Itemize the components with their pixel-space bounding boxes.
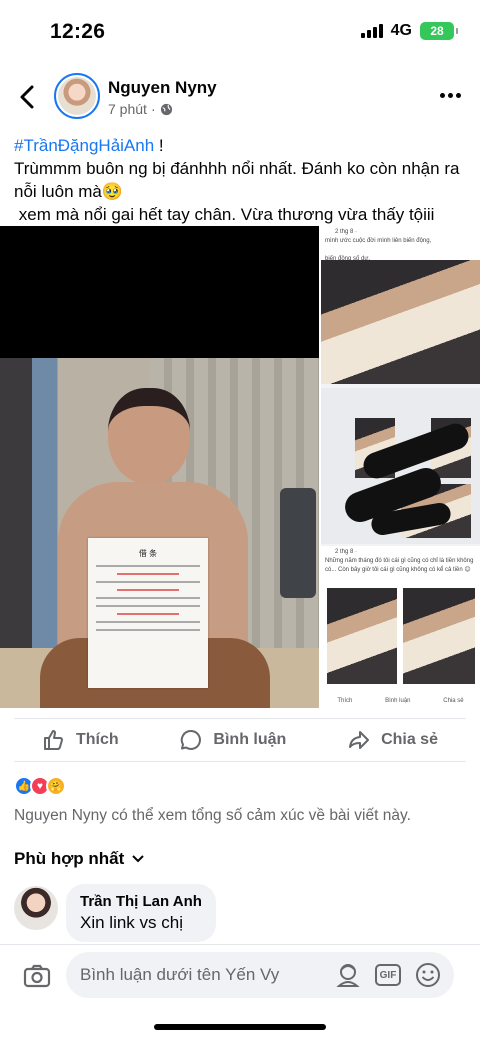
- share-button[interactable]: Chia sẻ: [347, 728, 438, 752]
- comment-input[interactable]: Bình luận dưới tên Yến Vy GIF: [66, 952, 454, 998]
- avatar-sticker-icon: [336, 964, 360, 987]
- shot-3-caption: 2 thg 8 · Những năm tháng đó tôi cái gì …: [325, 549, 474, 573]
- shot-3-actions: Thích Bình luận Chia sẻ: [337, 698, 464, 704]
- post-media[interactable]: 借 条 2 thg 8 · mình ước cuộc đời mình liê…: [0, 226, 480, 708]
- composer-icons: GIF: [334, 961, 442, 989]
- photo-scene: 借 条: [0, 358, 319, 708]
- globe-icon: [160, 103, 172, 115]
- held-document: 借 条: [88, 538, 208, 688]
- avatar-sticker-button[interactable]: [334, 961, 362, 989]
- battery-level: 28: [430, 24, 444, 38]
- gif-button[interactable]: GIF: [374, 961, 402, 989]
- side-photo-2[interactable]: [321, 388, 480, 544]
- post-line-2: Trùmmm buôn ng bị đánhhh nổi nhất. Đánh …: [14, 159, 465, 201]
- status-time: 12:26: [50, 20, 106, 43]
- home-indicator: [154, 1024, 326, 1030]
- main-photo[interactable]: 借 条: [0, 226, 319, 708]
- commenter-avatar[interactable]: [14, 886, 58, 930]
- reaction-icons[interactable]: 👍 ♥ 🤗: [14, 776, 66, 796]
- camera-button[interactable]: [22, 961, 52, 991]
- side-photo-3[interactable]: 2 thg 8 · Những năm tháng đó tôi cái gì …: [321, 546, 480, 708]
- comment-author[interactable]: Trần Thị Lan Anh: [80, 893, 202, 910]
- camera-icon: [23, 964, 51, 988]
- status-indicators: 4G 28: [360, 22, 458, 40]
- comment-button[interactable]: Bình luận: [179, 728, 286, 752]
- battery-icon: 28: [420, 22, 458, 40]
- side-photo-1[interactable]: 2 thg 8 · mình ước cuộc đời mình liên bi…: [321, 226, 480, 384]
- status-bar: 12:26 4G 28: [0, 0, 480, 64]
- chevron-left-icon: [20, 85, 34, 109]
- side-photos[interactable]: 2 thg 8 · mình ước cuộc đời mình liên bi…: [321, 226, 480, 708]
- author-name[interactable]: Nguyen Nyny: [108, 78, 217, 98]
- more-dot-icon: [440, 92, 445, 98]
- chevron-down-icon: [132, 855, 145, 863]
- emoji-button[interactable]: [414, 961, 442, 989]
- reaction-note: Nguyen Nyny có thể xem tổng số cảm xúc v…: [14, 807, 411, 824]
- author-avatar[interactable]: [54, 73, 100, 119]
- like-button[interactable]: Thích: [42, 728, 119, 752]
- emoji-icon: [416, 963, 440, 987]
- post-time: 7 phút: [108, 101, 147, 117]
- back-button[interactable]: [14, 82, 40, 112]
- hashtag-link[interactable]: #TrầnĐặngHảiAnh: [14, 136, 154, 155]
- post-action-bar: Thích Bình luận Chia sẻ: [14, 718, 466, 762]
- comment-bubble-icon: [181, 729, 202, 750]
- share-arrow-icon: [349, 731, 370, 749]
- document-title: 借 条: [138, 549, 158, 558]
- comment-text: Xin link vs chị: [80, 913, 183, 932]
- post-line-3: xem mà nổi gai hết tay chân. Vừa thương …: [14, 205, 435, 224]
- comment-input-placeholder: Bình luận dưới tên Yến Vy: [80, 965, 280, 984]
- more-options-button[interactable]: [440, 88, 462, 102]
- post-header: Nguyen Nyny 7 phút ·: [0, 70, 480, 124]
- comment-bubble[interactable]: Trần Thị Lan Anh Xin link vs chị: [66, 884, 216, 942]
- care-reaction-icon: 🤗: [46, 776, 66, 796]
- comment-composer: Bình luận dưới tên Yến Vy GIF: [0, 944, 480, 1010]
- network-type: 4G: [390, 22, 412, 39]
- signal-icon: [360, 24, 383, 38]
- post-meta: 7 phút ·: [108, 101, 173, 117]
- post-text: #TrầnĐặngHảiAnh ! Trùmmm buôn ng bị đánh…: [14, 134, 472, 226]
- suitcase-image: [280, 488, 316, 598]
- gif-icon: GIF: [375, 964, 401, 986]
- comment-sort-dropdown[interactable]: Phù hợp nhất: [14, 849, 145, 869]
- thumbs-up-icon: [44, 730, 63, 750]
